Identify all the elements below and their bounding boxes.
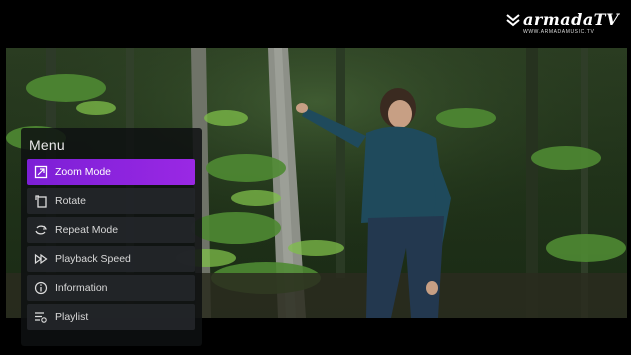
menu-item-label: Repeat Mode [55,224,119,236]
armada-tv-logo: armadaTV WWW.ARMADAMUSIC.TV [506,12,619,35]
video-player: armadaTV WWW.ARMADAMUSIC.TV Menu Zoom Mo… [0,0,631,355]
menu-title: Menu [29,137,65,153]
logo-text-group: armadaTV WWW.ARMADAMUSIC.TV [523,10,619,36]
playlist-icon [34,310,48,324]
rotate-icon [34,194,48,208]
menu-item-playback-speed[interactable]: Playback Speed [27,246,195,272]
menu-item-label: Playback Speed [55,253,131,265]
info-icon [34,281,48,295]
menu-item-information[interactable]: Information [27,275,195,301]
menu-item-repeat-mode[interactable]: Repeat Mode [27,217,195,243]
zoom-mode-icon [34,165,48,179]
repeat-icon [34,223,48,237]
menu-item-label: Rotate [55,195,86,207]
menu-item-rotate[interactable]: Rotate [27,188,195,214]
logo-url: WWW.ARMADAMUSIC.TV [523,29,595,35]
logo-wordmark: armadaTV [523,10,619,29]
menu-item-zoom-mode[interactable]: Zoom Mode [27,159,195,185]
armada-logo-icon [506,14,520,27]
playback-speed-icon [34,252,48,266]
player-menu: Menu Zoom Mode Rotate Repeat Mode Playba… [21,128,202,346]
menu-item-playlist[interactable]: Playlist [27,304,195,330]
menu-item-label: Zoom Mode [55,166,112,178]
menu-item-label: Playlist [55,311,89,323]
menu-item-label: Information [55,282,108,294]
